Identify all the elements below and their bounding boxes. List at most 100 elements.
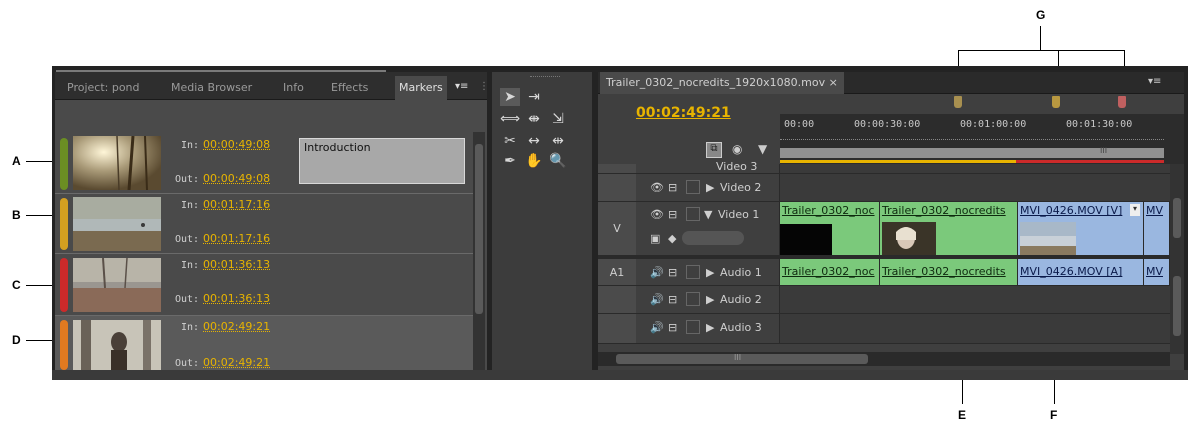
speaker-icon[interactable]: 🔊 bbox=[650, 321, 664, 334]
linked-selection-icon[interactable]: ◉ bbox=[732, 142, 742, 156]
tab-info[interactable]: Info bbox=[283, 78, 304, 98]
marker-in-timecode[interactable]: 00:00:49:08 bbox=[203, 138, 270, 151]
sequence-marker[interactable] bbox=[954, 96, 962, 108]
audio-clip[interactable]: Trailer_0302_nocredits bbox=[880, 259, 1018, 285]
panel-grip-icon: ⋮ bbox=[479, 81, 489, 92]
collapse-triangle-icon[interactable]: ▼ bbox=[704, 208, 712, 221]
zoom-tool-icon[interactable]: 🔍 bbox=[548, 152, 568, 170]
marker-thumbnail bbox=[73, 136, 161, 190]
marker-out-timecode[interactable]: 00:01:36:13 bbox=[203, 292, 270, 305]
sync-lock-icon[interactable]: ⊟ bbox=[668, 266, 677, 279]
marker-in-label: In: bbox=[181, 322, 200, 333]
video-clip[interactable]: MV bbox=[1144, 202, 1170, 255]
scrollbar-grip: III bbox=[734, 353, 742, 362]
marker-row[interactable]: In: 00:02:49:21 Out: 00:02:49:21 bbox=[55, 316, 473, 370]
timeline-vertical-scrollbar[interactable] bbox=[1170, 164, 1184, 354]
speaker-icon[interactable]: 🔊 bbox=[650, 266, 664, 279]
marker-name-field[interactable]: Introduction bbox=[299, 138, 465, 184]
clip-thumbnail bbox=[1020, 222, 1076, 255]
eye-icon[interactable]: 👁 bbox=[650, 181, 664, 194]
marker-out-timecode[interactable]: 00:02:49:21 bbox=[203, 356, 270, 369]
marker-in-timecode[interactable]: 00:01:36:13 bbox=[203, 258, 270, 271]
marker-in-timecode[interactable]: 00:02:49:21 bbox=[203, 320, 270, 333]
track-id-cell[interactable]: V bbox=[598, 202, 636, 255]
sequence-marker[interactable] bbox=[1118, 96, 1126, 108]
marker-in-timecode[interactable]: 00:01:17:16 bbox=[203, 198, 270, 211]
audio-clip[interactable]: MVI_0426.MOV [A] bbox=[1018, 259, 1144, 285]
expand-triangle-icon[interactable]: ▶ bbox=[706, 321, 714, 334]
keyframe-icon[interactable]: ◆ bbox=[668, 232, 676, 245]
marker-list-scrollbar[interactable] bbox=[473, 132, 485, 370]
panel-menu-icon[interactable]: ▾≡ bbox=[455, 81, 468, 92]
playhead-timecode[interactable]: 00:02:49:21 bbox=[636, 105, 731, 121]
marker-row[interactable]: In: 00:01:17:16 Out: 00:01:17:16 bbox=[55, 194, 473, 254]
track-lock-box[interactable] bbox=[686, 180, 700, 194]
panel-tabs: Project: pond Media Browser Info Effects… bbox=[55, 72, 489, 100]
slip-tool-icon[interactable]: ↔ bbox=[524, 132, 544, 150]
keyframe-nav[interactable] bbox=[682, 231, 744, 245]
expand-triangle-icon[interactable]: ▶ bbox=[706, 181, 714, 194]
scrollbar-thumb[interactable] bbox=[475, 144, 483, 314]
marker-thumbnail bbox=[73, 197, 161, 251]
rate-stretch-tool-icon[interactable]: ⇲ bbox=[548, 110, 568, 128]
track-lock-box[interactable] bbox=[686, 207, 700, 221]
expand-triangle-icon[interactable]: ▶ bbox=[706, 293, 714, 306]
marker-row[interactable]: In: 00:00:49:08 Out: 00:00:49:08 Introdu… bbox=[55, 132, 473, 194]
sync-lock-icon[interactable]: ⊟ bbox=[668, 293, 677, 306]
marker-row[interactable]: In: 00:01:36:13 Out: 00:01:36:13 bbox=[55, 254, 473, 316]
scrollbar-thumb[interactable]: III bbox=[616, 353, 868, 364]
track-video2: 👁 ⊟ ▶ Video 2 bbox=[598, 174, 1170, 202]
timeline-horizontal-scrollbar[interactable]: III bbox=[598, 352, 1170, 366]
tab-effects[interactable]: Effects bbox=[331, 78, 368, 98]
tab-sequence[interactable]: Trailer_0302_nocredits_1920x1080.mov × bbox=[600, 72, 844, 94]
audio-clip[interactable]: MV bbox=[1144, 259, 1170, 285]
track-id-cell bbox=[598, 174, 636, 201]
video-clip[interactable]: Trailer_0302_nocredits bbox=[880, 202, 1018, 255]
slide-tool-icon[interactable]: ⇹ bbox=[548, 132, 568, 150]
razor-tool-icon[interactable]: ✂ bbox=[500, 132, 520, 150]
scrollbar-thumb[interactable] bbox=[1173, 276, 1181, 336]
fx-badge: ▾ bbox=[1130, 204, 1140, 216]
marker-out-timecode[interactable]: 00:00:49:08 bbox=[203, 172, 270, 185]
track-header: A1 🔊 ⊟ ▶ Audio 1 bbox=[598, 259, 780, 285]
video-clip[interactable]: MVI_0426.MOV [V] ▾ bbox=[1018, 202, 1144, 255]
time-ruler[interactable]: 00:00 00:00:30:00 00:01:00:00 00:01:30:0… bbox=[780, 96, 1184, 164]
add-marker-icon[interactable]: ▼ bbox=[758, 142, 767, 156]
ripple-edit-tool-icon[interactable]: ⟺ bbox=[500, 110, 520, 128]
speaker-icon[interactable]: 🔊 bbox=[650, 293, 664, 306]
selection-tool-icon[interactable]: ➤ bbox=[500, 88, 520, 106]
track-lock-box[interactable] bbox=[686, 265, 700, 279]
sync-lock-icon[interactable]: ⊟ bbox=[668, 208, 677, 221]
track-header: Video 3 bbox=[598, 160, 780, 173]
eye-icon[interactable]: 👁 bbox=[650, 208, 664, 221]
track-id-cell[interactable]: A1 bbox=[598, 259, 636, 285]
audio-clip[interactable]: Trailer_0302_noc bbox=[780, 259, 880, 285]
tab-markers[interactable]: Markers bbox=[395, 76, 447, 100]
callout-f: F bbox=[1050, 408, 1058, 422]
timeline-menu-icon[interactable]: ▾≡ bbox=[1148, 76, 1161, 87]
callout-g-stem bbox=[1040, 26, 1041, 50]
snap-icon[interactable]: ⧉ bbox=[706, 142, 722, 158]
marker-out-timecode[interactable]: 00:01:17:16 bbox=[203, 232, 270, 245]
callout-b: B bbox=[12, 208, 21, 222]
rolling-edit-tool-icon[interactable]: ⇼ bbox=[524, 110, 544, 128]
tab-media-browser[interactable]: Media Browser bbox=[171, 78, 252, 98]
pen-tool-icon[interactable]: ✒ bbox=[500, 152, 520, 170]
scrollbar-thumb[interactable] bbox=[1173, 198, 1181, 238]
expand-triangle-icon[interactable]: ▶ bbox=[706, 266, 714, 279]
track-lock-box[interactable] bbox=[686, 320, 700, 334]
sequence-marker[interactable] bbox=[1052, 96, 1060, 108]
track-id-cell bbox=[598, 314, 636, 343]
track-lock-box[interactable] bbox=[686, 292, 700, 306]
hand-tool-icon[interactable]: ✋ bbox=[524, 152, 544, 170]
sync-lock-icon[interactable]: ⊟ bbox=[668, 181, 677, 194]
track-audio2: 🔊 ⊟ ▶ Audio 2 bbox=[598, 286, 1170, 314]
display-style-icon[interactable]: ▣ bbox=[650, 232, 660, 245]
track-select-tool-icon[interactable]: ⇥ bbox=[524, 88, 544, 106]
sync-lock-icon[interactable]: ⊟ bbox=[668, 321, 677, 334]
track-video1: V 👁 ⊟ ▼ Video 1 ▣ ◆ Trailer_0302_noc Tra… bbox=[598, 202, 1170, 256]
video-clip[interactable]: Trailer_0302_noc bbox=[780, 202, 880, 255]
callout-d: D bbox=[12, 333, 21, 347]
tab-project[interactable]: Project: pond bbox=[67, 78, 140, 98]
zoom-scrollbar[interactable]: III bbox=[780, 146, 1164, 158]
